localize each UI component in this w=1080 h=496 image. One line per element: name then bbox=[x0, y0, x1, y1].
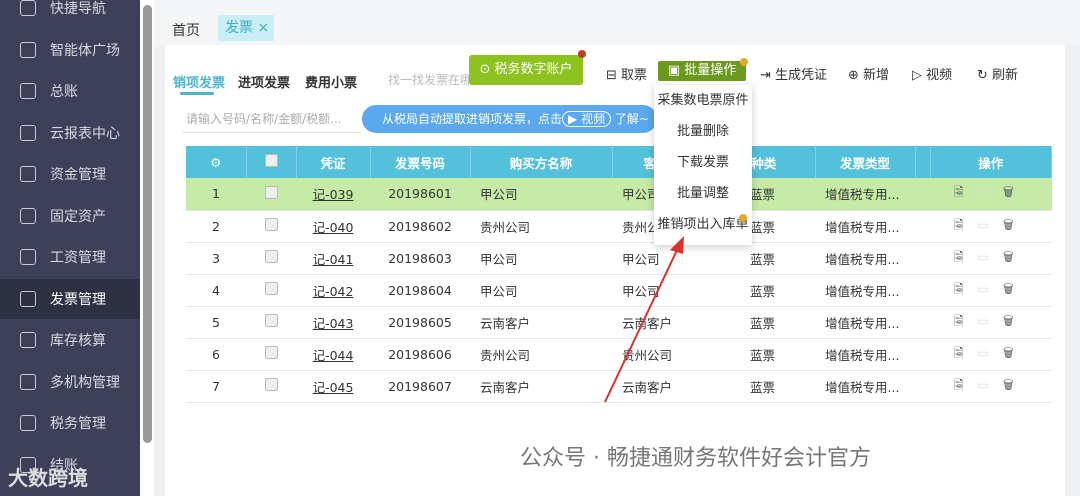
annotation-arrow bbox=[604, 236, 684, 403]
